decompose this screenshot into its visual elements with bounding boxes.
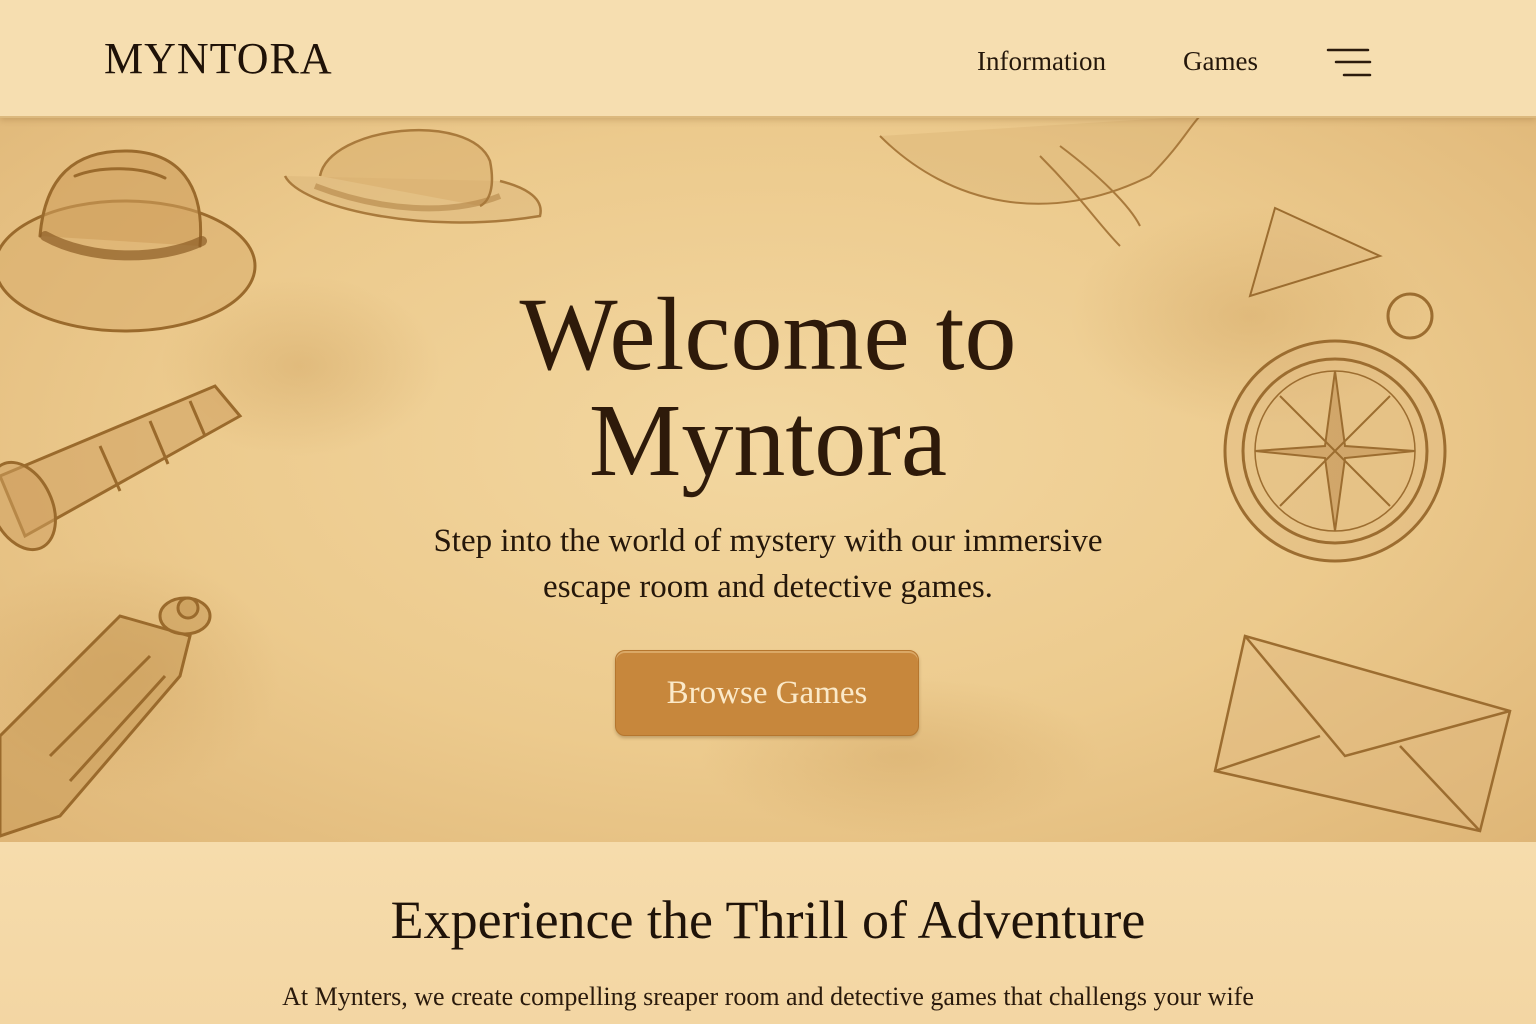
envelope-icon [1213,634,1512,833]
nav-link-games[interactable]: Games [1183,44,1258,78]
hero-title-line-2: Myntora [588,383,948,498]
about-body-text: At Mynters, we create compelling sreaper… [282,982,1254,1011]
about-section: Experience the Thrill of Adventure At My… [0,842,1536,1024]
bowler-hat-icon [283,128,542,224]
hero-subtitle-line-2: escape room and detective games. [543,569,993,605]
browse-games-button[interactable]: Browse Games [615,650,919,736]
hero-title-line-1: Welcome to [519,277,1017,392]
hero-section: Welcome to Myntora Step into the world o… [0,116,1536,842]
hero-subtitle-line-1: Step into the world of mystery with our … [433,523,1103,559]
hero-title: Welcome to Myntora [0,282,1536,494]
top-navigation-bar: MYNTORA Information Games [0,0,1536,118]
hamburger-menu-icon[interactable] [1322,44,1374,84]
about-title: Experience the Thrill of Adventure [390,890,1146,950]
nav-link-information[interactable]: Information [977,44,1106,78]
hero-subtitle: Step into the world of mystery with our … [368,518,1168,610]
site-logo[interactable]: MYNTORA [104,34,333,84]
